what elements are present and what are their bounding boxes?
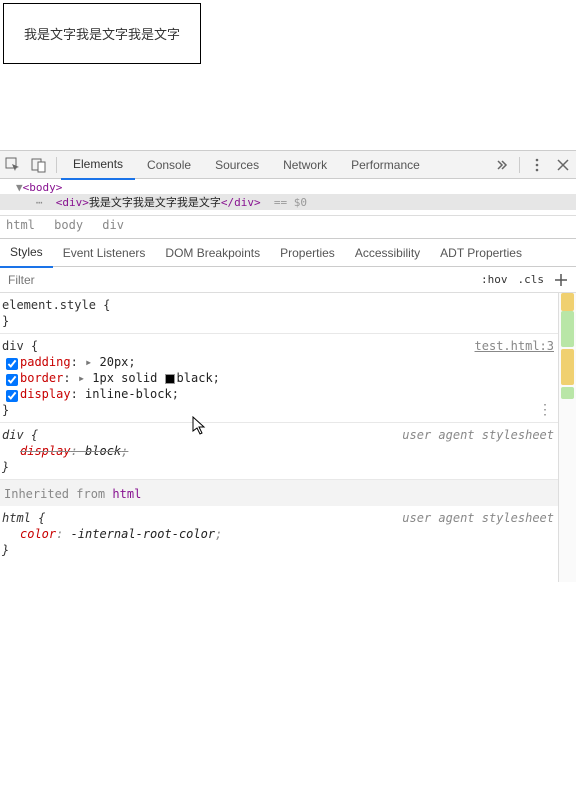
rule-div-user-agent: user agent stylesheet div { display: blo… <box>0 423 558 480</box>
user-agent-label: user agent stylesheet <box>402 510 554 526</box>
rule-element-style[interactable]: element.style { } <box>0 293 558 334</box>
rendered-div: 我是文字我是文字我是文字 <box>3 3 201 64</box>
dom-selected-node: ⋯ <div>我是文字我是文字我是文字</div> == $0 <box>0 194 576 210</box>
styles-rules: element.style { } test.html:3 div { padd… <box>0 293 558 582</box>
cls-toggle[interactable]: .cls <box>518 273 545 286</box>
tab-elements[interactable]: Elements <box>61 150 135 180</box>
more-tabs-icon[interactable] <box>489 151 515 179</box>
tab-console[interactable]: Console <box>135 151 203 179</box>
tab-styles[interactable]: Styles <box>0 238 53 268</box>
breadcrumb-html[interactable]: html <box>6 218 35 232</box>
breadcrumb[interactable]: html body div <box>0 215 576 238</box>
tab-network[interactable]: Network <box>271 151 339 179</box>
color-swatch-icon[interactable] <box>165 374 175 384</box>
kebab-menu-icon[interactable] <box>524 151 550 179</box>
inherited-from-link[interactable]: html <box>112 487 141 501</box>
user-agent-label: user agent stylesheet <box>402 427 554 443</box>
inherited-from-label: Inherited from html <box>0 480 558 506</box>
tab-adt-properties[interactable]: ADT Properties <box>430 239 532 267</box>
rule-div-authored[interactable]: test.html:3 div { padding: ▸ 20px; borde… <box>0 334 558 423</box>
tab-sources[interactable]: Sources <box>203 151 271 179</box>
new-style-rule-icon[interactable] <box>552 271 570 289</box>
tab-dom-breakpoints[interactable]: DOM Breakpoints <box>155 239 270 267</box>
hov-toggle[interactable]: :hov <box>481 273 508 286</box>
rule-more-icon[interactable]: ⋮ <box>538 402 552 418</box>
close-icon[interactable] <box>550 151 576 179</box>
toggle-display[interactable] <box>6 390 18 402</box>
tab-properties[interactable]: Properties <box>270 239 345 267</box>
inspect-element-icon[interactable] <box>0 151 26 179</box>
styles-tabs: Styles Event Listeners DOM Breakpoints P… <box>0 239 576 267</box>
toggle-border[interactable] <box>6 374 18 386</box>
dom-tree[interactable]: ▼<body> ⋯ <div>我是文字我是文字我是文字</div> == $0 <box>0 179 576 215</box>
tab-accessibility[interactable]: Accessibility <box>345 239 430 267</box>
device-toggle-icon[interactable] <box>26 151 52 179</box>
rule-html-user-agent: user agent stylesheet html { color: -int… <box>0 506 558 562</box>
tab-performance[interactable]: Performance <box>339 151 432 179</box>
computed-styles-trace-gutter: ▴ <box>558 293 576 582</box>
tab-event-listeners[interactable]: Event Listeners <box>53 239 156 267</box>
toggle-padding[interactable] <box>6 358 18 370</box>
filter-input[interactable] <box>6 272 481 288</box>
breadcrumb-div[interactable]: div <box>102 218 124 232</box>
devtools-tabs: Elements Console Sources Network Perform… <box>0 151 576 179</box>
breadcrumb-body[interactable]: body <box>54 218 83 232</box>
rule-source-link[interactable]: test.html:3 <box>475 339 554 353</box>
